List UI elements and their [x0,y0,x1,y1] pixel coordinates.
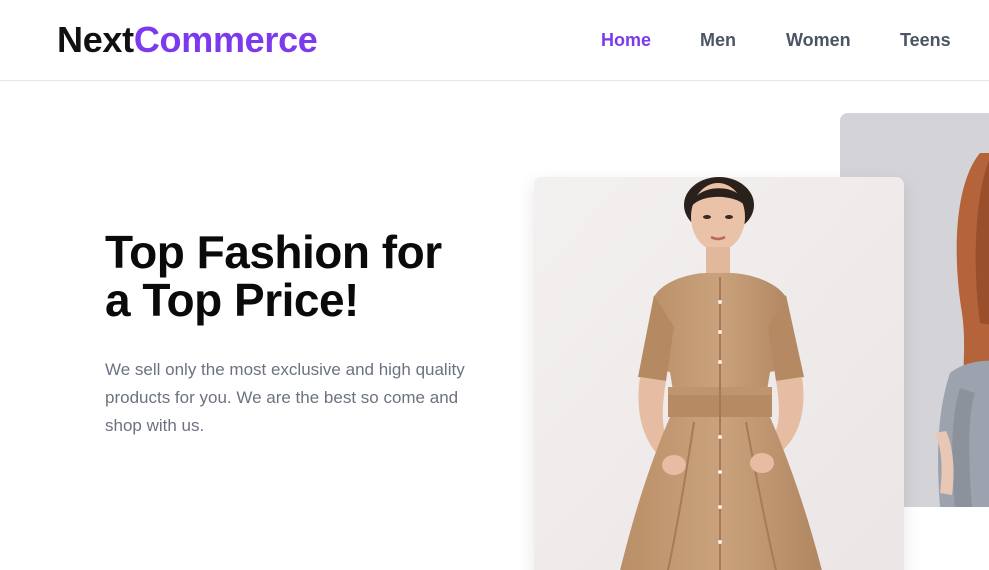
hero-title: Top Fashion for a Top Price! [105,228,505,324]
hero-title-line1: Top Fashion for [105,226,442,278]
nav-item-teens[interactable]: Teens [900,28,951,52]
nav-item-women[interactable]: Women [786,28,851,52]
product-image-front[interactable] [534,177,904,570]
nav-item-home[interactable]: Home [601,28,651,52]
model-tan-shirt-dress-photo [534,177,904,570]
site-header: NextCommerce Home Men Women Teens [0,0,989,81]
hero-description: We sell only the most exclusive and high… [105,360,465,435]
main-nav: Home Men Women Teens [0,28,989,52]
nav-item-men[interactable]: Men [700,28,736,52]
hero-title-line2: a Top Price! [105,274,359,326]
